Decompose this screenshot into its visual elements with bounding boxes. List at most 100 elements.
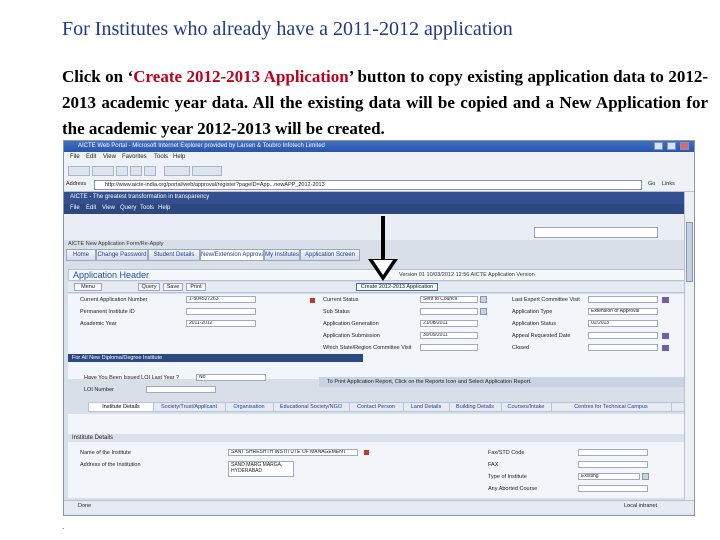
tab-change-password[interactable]: Change Password [96, 249, 148, 261]
sub-status-label: Sub Status [323, 309, 350, 315]
appeal-requested-date-field[interactable] [588, 332, 658, 339]
page-scrollbar[interactable] [684, 192, 694, 500]
slide-instructions: Click on ‘Create 2012-2013 Application’ … [62, 64, 708, 142]
browser-toolbar [64, 163, 694, 180]
institute-address-label: Address of the Institution [80, 462, 141, 468]
portal-header: AICTE - The greatest transformation in t… [64, 192, 694, 204]
application-header-title: Application Header [73, 270, 150, 280]
fax-field[interactable] [578, 461, 648, 468]
chevron-down-icon[interactable] [480, 296, 487, 303]
institute-name-field[interactable]: SANT SHRESHTH INSTITUTE OF MANAGEMENT [228, 449, 358, 456]
loi-issued-select[interactable]: No [196, 374, 266, 381]
calendar-icon[interactable] [662, 345, 669, 351]
scrollbar-thumb[interactable] [686, 222, 693, 282]
tab-home[interactable]: Home [66, 249, 96, 261]
closed-label: Closed [512, 345, 530, 351]
chevron-down-icon[interactable] [480, 308, 487, 315]
refresh-icon[interactable] [130, 166, 142, 176]
portal-menu-query[interactable]: Query [120, 205, 136, 211]
committee-visit-field[interactable] [420, 344, 478, 351]
required-flag-icon [364, 450, 369, 455]
loi-number-field[interactable] [146, 386, 216, 393]
instruction-text-start: Click on ‘ [62, 67, 134, 86]
academic-year-field[interactable]: 2011-2012 [186, 320, 256, 327]
status-zone: Local intranet [624, 503, 658, 509]
last-expert-visit-field[interactable] [588, 296, 658, 303]
tab-my-institutes[interactable]: My Institutes [264, 249, 300, 261]
maximize-icon[interactable] [667, 142, 676, 150]
menu-tools[interactable]: Tools [154, 154, 168, 160]
menu-edit[interactable]: Edit [86, 154, 96, 160]
version-info: Version 01 10/03/2012 12:56 AICTE Applic… [399, 272, 535, 278]
back-icon[interactable] [68, 166, 90, 176]
institute-details-panel: Institute Details Name of the Institute … [68, 414, 688, 498]
portal-menu-help[interactable]: Help [158, 205, 170, 211]
fax-std-code-field[interactable] [578, 449, 648, 456]
fax-label: FAX [488, 462, 499, 468]
search-icon[interactable] [164, 166, 190, 176]
portal-search-input[interactable] [534, 227, 658, 238]
menu-favorites[interactable]: Favorites [122, 154, 147, 160]
subtab-courses-intake[interactable]: Courses/Intake [501, 403, 552, 411]
close-icon[interactable] [680, 142, 689, 150]
print-instruction: To Print Application Report, Click on th… [319, 377, 687, 387]
menu-view[interactable]: View [103, 154, 116, 160]
current-application-number-field[interactable]: 1-504527263 [186, 296, 256, 303]
application-status-field[interactable]: 02/2013 [588, 320, 658, 327]
menu-file[interactable]: File [70, 154, 80, 160]
browser-statusbar: Done Local intranet [64, 500, 694, 513]
portal-header-text: AICTE - The greatest transformation in t… [70, 194, 210, 200]
subtab-educational-society[interactable]: Educational Society/NGO [273, 403, 350, 411]
application-submission-field[interactable]: 30/09/2011 [420, 332, 478, 339]
permanent-institute-id-label: Permanent Institute ID [80, 309, 135, 315]
application-form: Current Application Number 1-504527263 P… [68, 294, 688, 379]
closed-field[interactable] [588, 344, 658, 351]
subtab-building-details[interactable]: Building Details [449, 403, 502, 411]
chevron-down-icon[interactable] [642, 473, 649, 480]
application-type-field[interactable]: Extension of Approval [588, 308, 658, 315]
address-bar: Address http://www.aicte-india.org/porta… [64, 179, 694, 192]
forward-icon[interactable] [92, 166, 114, 176]
query-button[interactable]: Query [138, 283, 160, 291]
portal-menu-edit[interactable]: Edit [86, 205, 96, 211]
favorites-icon[interactable] [192, 166, 222, 176]
home-icon[interactable] [144, 166, 156, 176]
subtab-institute-details[interactable]: Institute Details [89, 403, 154, 411]
create-2012-2013-application-button[interactable]: Create 2012-2013 Application [356, 283, 438, 291]
menu-button[interactable]: Menu [74, 283, 102, 291]
subtab-centres-technical-campus[interactable]: Centres for Technical Campus [551, 403, 672, 411]
subtab-society-trust[interactable]: Society/Trust/Applicant [153, 403, 226, 411]
status-text: Done [78, 503, 92, 509]
save-button[interactable]: Save [163, 283, 183, 291]
academic-year-label: Academic Year [80, 321, 117, 327]
go-button[interactable]: Go [648, 181, 655, 187]
tab-application-screen[interactable]: Application Screen [300, 249, 360, 261]
links-button[interactable]: Links [662, 181, 675, 187]
committee-visit-label: Which State/Region Committee Visit [323, 345, 412, 351]
institute-type-select[interactable]: Existing [578, 473, 640, 480]
address-label: Address [66, 181, 87, 187]
portal-menu-view[interactable]: View [102, 205, 115, 211]
portal-menu-file[interactable]: File [70, 205, 80, 211]
application-generation-field[interactable]: 21/08/2011 [420, 320, 478, 327]
current-status-label: Current Status [323, 297, 359, 303]
stop-icon[interactable] [116, 166, 128, 176]
tab-student-details[interactable]: Student Details [148, 249, 200, 261]
tab-new-extension-approval[interactable]: New/Extension Approval [200, 249, 264, 261]
permanent-institute-id-field[interactable] [186, 308, 256, 315]
calendar-icon[interactable] [662, 297, 669, 303]
subtab-contact-person[interactable]: Contact Person [349, 403, 404, 411]
portal-menu-tools[interactable]: Tools [140, 205, 154, 211]
aborted-course-field[interactable] [578, 485, 648, 492]
menu-help[interactable]: Help [173, 154, 185, 160]
sub-status-field[interactable] [420, 308, 478, 315]
calendar-icon[interactable] [662, 333, 669, 339]
print-button[interactable]: Print [186, 283, 206, 291]
current-status-field[interactable]: Sent to Council [420, 296, 478, 303]
institute-address-field[interactable]: SAND MARG MARGA, HYDERABAD [228, 461, 294, 477]
minimize-icon[interactable] [654, 142, 663, 150]
address-input[interactable]: http://www.aicte-india.org/portal/web/ap… [94, 180, 642, 190]
portal-menubar: File Edit View Query Tools Help [64, 204, 694, 214]
subtab-organisation[interactable]: Organisation [225, 403, 274, 411]
subtab-land-details[interactable]: Land Details [403, 403, 450, 411]
